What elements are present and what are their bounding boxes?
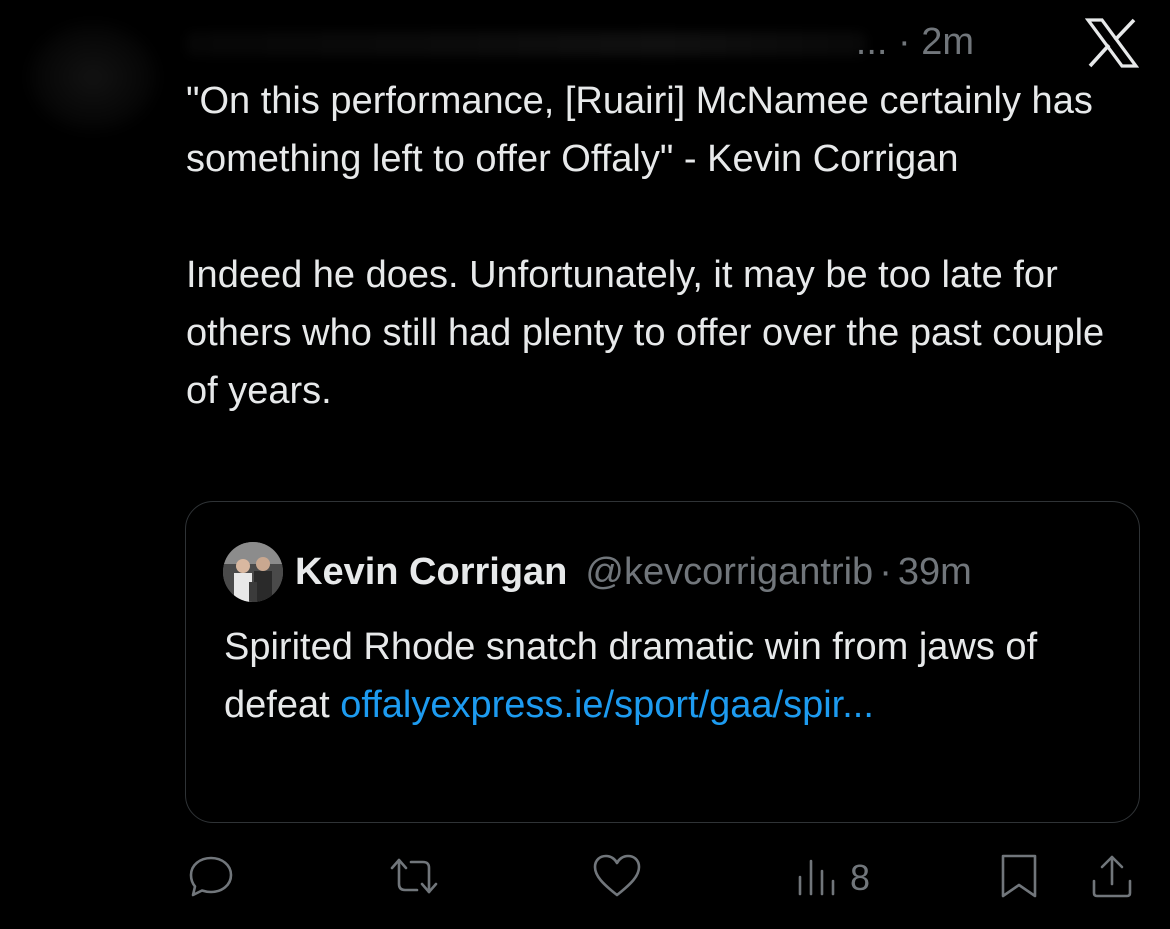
separator-dot: · [879,550,892,593]
x-logo-icon [1084,18,1140,68]
reply-button[interactable] [186,848,236,908]
tweet-paragraph: "On this performance, [Ruairi] McNamee c… [186,80,1093,180]
quoted-tweet-header: Kevin Corrigan @kevcorrigantrib · 39m [223,542,972,602]
tweet-paragraph: Indeed he does. Unfortunately, it may be… [186,254,1105,412]
views-icon [796,851,838,906]
views-count: 8 [850,857,871,898]
author-name-blurred[interactable] [186,32,866,56]
share-button[interactable] [1088,848,1136,908]
author-avatar-blurred[interactable] [28,22,158,132]
bookmark-icon [997,851,1041,906]
tweet-actions-bar: 8 [0,848,1170,908]
reply-icon [186,851,236,906]
bookmark-button[interactable] [997,848,1041,908]
share-icon [1088,851,1136,906]
retweet-icon [386,851,442,906]
tweet-body: "On this performance, [Ruairi] McNamee c… [186,72,1136,420]
avatar[interactable] [223,542,283,602]
retweet-button[interactable] [386,848,442,908]
like-button[interactable] [591,848,643,908]
views-button[interactable]: 8 [796,848,870,908]
tweet-timestamp: ... · 2m [855,20,974,63]
quoted-tweet-card[interactable]: Kevin Corrigan @kevcorrigantrib · 39m Sp… [185,501,1140,823]
article-link[interactable]: offalyexpress.ie/sport/gaa/spir... [340,684,874,726]
heart-icon [591,851,643,906]
quoted-tweet-time: 39m [897,550,972,593]
quoted-author-handle[interactable]: @kevcorrigantrib [585,551,873,594]
quoted-tweet-text: Spirited Rhode snatch dramatic win from … [224,618,1104,734]
tweet-header: ... · 2m [186,14,986,70]
quoted-author-name[interactable]: Kevin Corrigan [295,551,567,594]
